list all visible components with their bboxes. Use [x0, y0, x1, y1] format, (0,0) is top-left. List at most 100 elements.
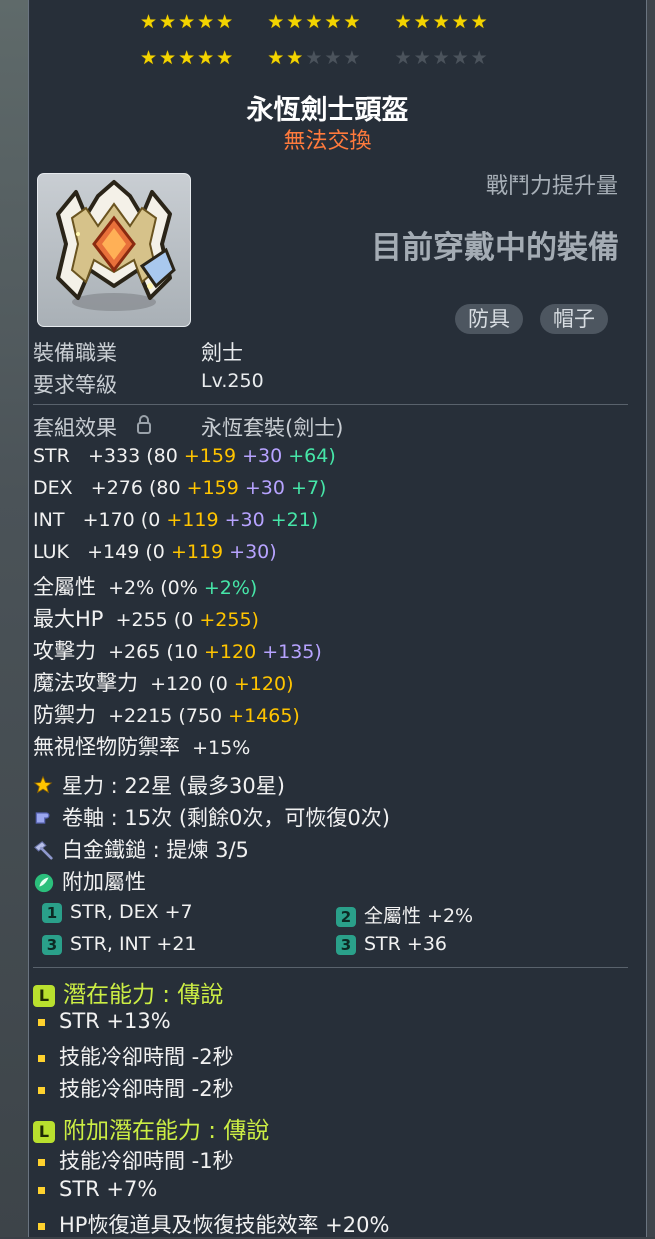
stat-hp-base: (0 [173, 609, 194, 631]
stat-def-name: 防禦力 [33, 703, 96, 727]
stat-all-name: 全屬性 [33, 575, 96, 599]
flame-line-3-text: STR, INT +21 [70, 933, 197, 955]
star-icon [33, 775, 53, 794]
stat-hp: 最大HP +255 (0 +255) [33, 603, 259, 633]
stat-ied-total: +15% [192, 737, 251, 759]
bullet [38, 1222, 45, 1230]
stat-matt-star: +120) [233, 673, 294, 695]
stat-str-total: +333 [88, 445, 141, 467]
bonus-potential-line-2: STR +7% [38, 1177, 157, 1201]
stat-att-enh: +135) [262, 641, 322, 663]
stat-int-total: +170 [82, 509, 135, 531]
stat-str-star: +159 [183, 445, 237, 467]
stat-all-total: +2% [108, 577, 155, 599]
stat-dex-name: DEX [33, 477, 73, 499]
stat-dex-total: +276 [90, 477, 143, 499]
currently-equipped-label: 目前穿戴中的裝備 [371, 230, 619, 266]
potential-line-2: 技能冷卻時間 -2秒 [38, 1041, 234, 1071]
tag-armor: 防具 [455, 304, 523, 334]
stat-dex-bonus: +7) [291, 477, 327, 499]
stat-hp-total: +255 [115, 609, 168, 631]
stat-def-base: (750 [178, 705, 223, 727]
stat-def: 防禦力 +2215 (750 +1465) [33, 699, 300, 729]
stat-att-name: 攻擊力 [33, 639, 96, 663]
combat-power-label: 戰鬥力提升量 [485, 174, 618, 199]
star-group-5-filled: ★★ [267, 47, 306, 69]
level-value: Lv.250 [201, 370, 264, 392]
bonus-potential-line-3-text: HP恢復道具及恢復技能效率 +20% [59, 1213, 390, 1237]
stat-dex-base: (80 [149, 477, 181, 499]
lock-icon [137, 415, 151, 434]
bullet [38, 1086, 45, 1094]
stat-int-star: +119 [166, 509, 219, 531]
stat-matt-name: 魔法攻擊力 [33, 671, 138, 695]
stat-def-total: +2215 [108, 705, 173, 727]
stat-matt: 魔法攻擊力 +120 (0 +120) [33, 667, 294, 697]
stat-luk-base: (0 [145, 541, 165, 563]
flame-rank-badge: 3 [336, 934, 356, 955]
stat-luk-star: +119 [170, 541, 224, 563]
stat-att-star: +120 [203, 641, 257, 663]
potential-line-3: 技能冷卻時間 -2秒 [38, 1073, 234, 1103]
stat-str-enh: +30 [242, 445, 283, 467]
stat-matt-total: +120 [150, 673, 203, 695]
background-left [0, 0, 30, 1237]
bonus-potential-line-2-text: STR +7% [59, 1177, 158, 1201]
legendary-badge: L [33, 1120, 55, 1143]
star-group-4: ★★★★★ [140, 47, 236, 69]
potential-line-1: STR +13% [38, 1009, 171, 1033]
starforce-row-2: ★★★★★ ★★★★★ ★★★★★ [140, 47, 490, 69]
tag-hat: 帽子 [540, 304, 608, 334]
stat-att: 攻擊力 +265 (10 +120 +135) [33, 635, 322, 665]
stat-luk-total: +149 [87, 541, 140, 563]
starforce-row-1: ★★★★★ ★★★★★ ★★★★★ [140, 11, 490, 33]
bonus-potential-title: 附加潛在能力 : 傳說 [63, 1118, 270, 1144]
bullet [38, 1158, 45, 1166]
flame-line-3: 3 STR, INT +21 [42, 933, 197, 955]
stat-int-enh: +30 [224, 509, 265, 531]
helmet-icon [56, 180, 176, 311]
potential-line-2-text: 技能冷卻時間 -2秒 [59, 1045, 234, 1069]
stat-matt-base: (0 [208, 673, 228, 695]
flame-line-4-text: STR +36 [364, 933, 448, 955]
stat-str: STR +333 (80 +159 +30 +64) [33, 445, 336, 467]
divider [33, 404, 628, 405]
flame-label: 附加屬性 [62, 870, 146, 894]
item-name: 永恆劍士頭盔 [246, 95, 409, 126]
potential-header: L 潛在能力 : 傳說 [33, 975, 223, 1009]
stat-def-star: +1465) [228, 705, 300, 727]
flame-line-4: 3 STR +36 [336, 933, 447, 955]
scroll-icon [35, 812, 50, 824]
hammer-icon [34, 841, 53, 860]
stat-int-bonus: +21) [270, 509, 319, 531]
stat-int: INT +170 (0 +119 +30 +21) [33, 509, 318, 531]
potential-line-3-text: 技能冷卻時間 -2秒 [59, 1077, 234, 1101]
stat-hp-star: +255) [199, 609, 259, 631]
trade-status: 無法交換 [283, 129, 372, 154]
stat-hp-name: 最大HP [33, 607, 104, 631]
potential-line-1-text: STR +13% [59, 1009, 171, 1033]
star-group-2: ★★★★★ [267, 11, 363, 33]
stat-att-base: (10 [166, 641, 198, 663]
flame-line-1: 1 STR, DEX +7 [42, 901, 193, 923]
star-group-5-empty: ★★★ [305, 47, 363, 69]
stat-int-base: (0 [140, 509, 161, 531]
stat-luk-enh: +30) [229, 541, 277, 563]
potential-title: 潛在能力 : 傳說 [63, 982, 224, 1008]
flame-line-1-text: STR, DEX +7 [70, 901, 193, 923]
stat-all-base: (0% [160, 577, 198, 599]
stat-str-base: (80 [146, 445, 178, 467]
flame-rank-badge: 3 [42, 934, 62, 955]
bullet [38, 1054, 45, 1062]
bonus-potential-header: L 附加潛在能力 : 傳說 [33, 1111, 269, 1145]
flame-line-2-text: 全屬性 +2% [364, 905, 474, 927]
star-group-3: ★★★★★ [394, 11, 490, 33]
set-name: 永恆套裝(劍士) [201, 416, 344, 440]
divider [33, 967, 628, 968]
job-label: 裝備職業 [33, 341, 117, 365]
set-effect-label: 套組效果 [33, 416, 117, 440]
bullet [38, 1186, 45, 1194]
level-label: 要求等級 [33, 373, 117, 397]
bullet [38, 1018, 45, 1026]
star-group-1: ★★★★★ [140, 11, 236, 33]
